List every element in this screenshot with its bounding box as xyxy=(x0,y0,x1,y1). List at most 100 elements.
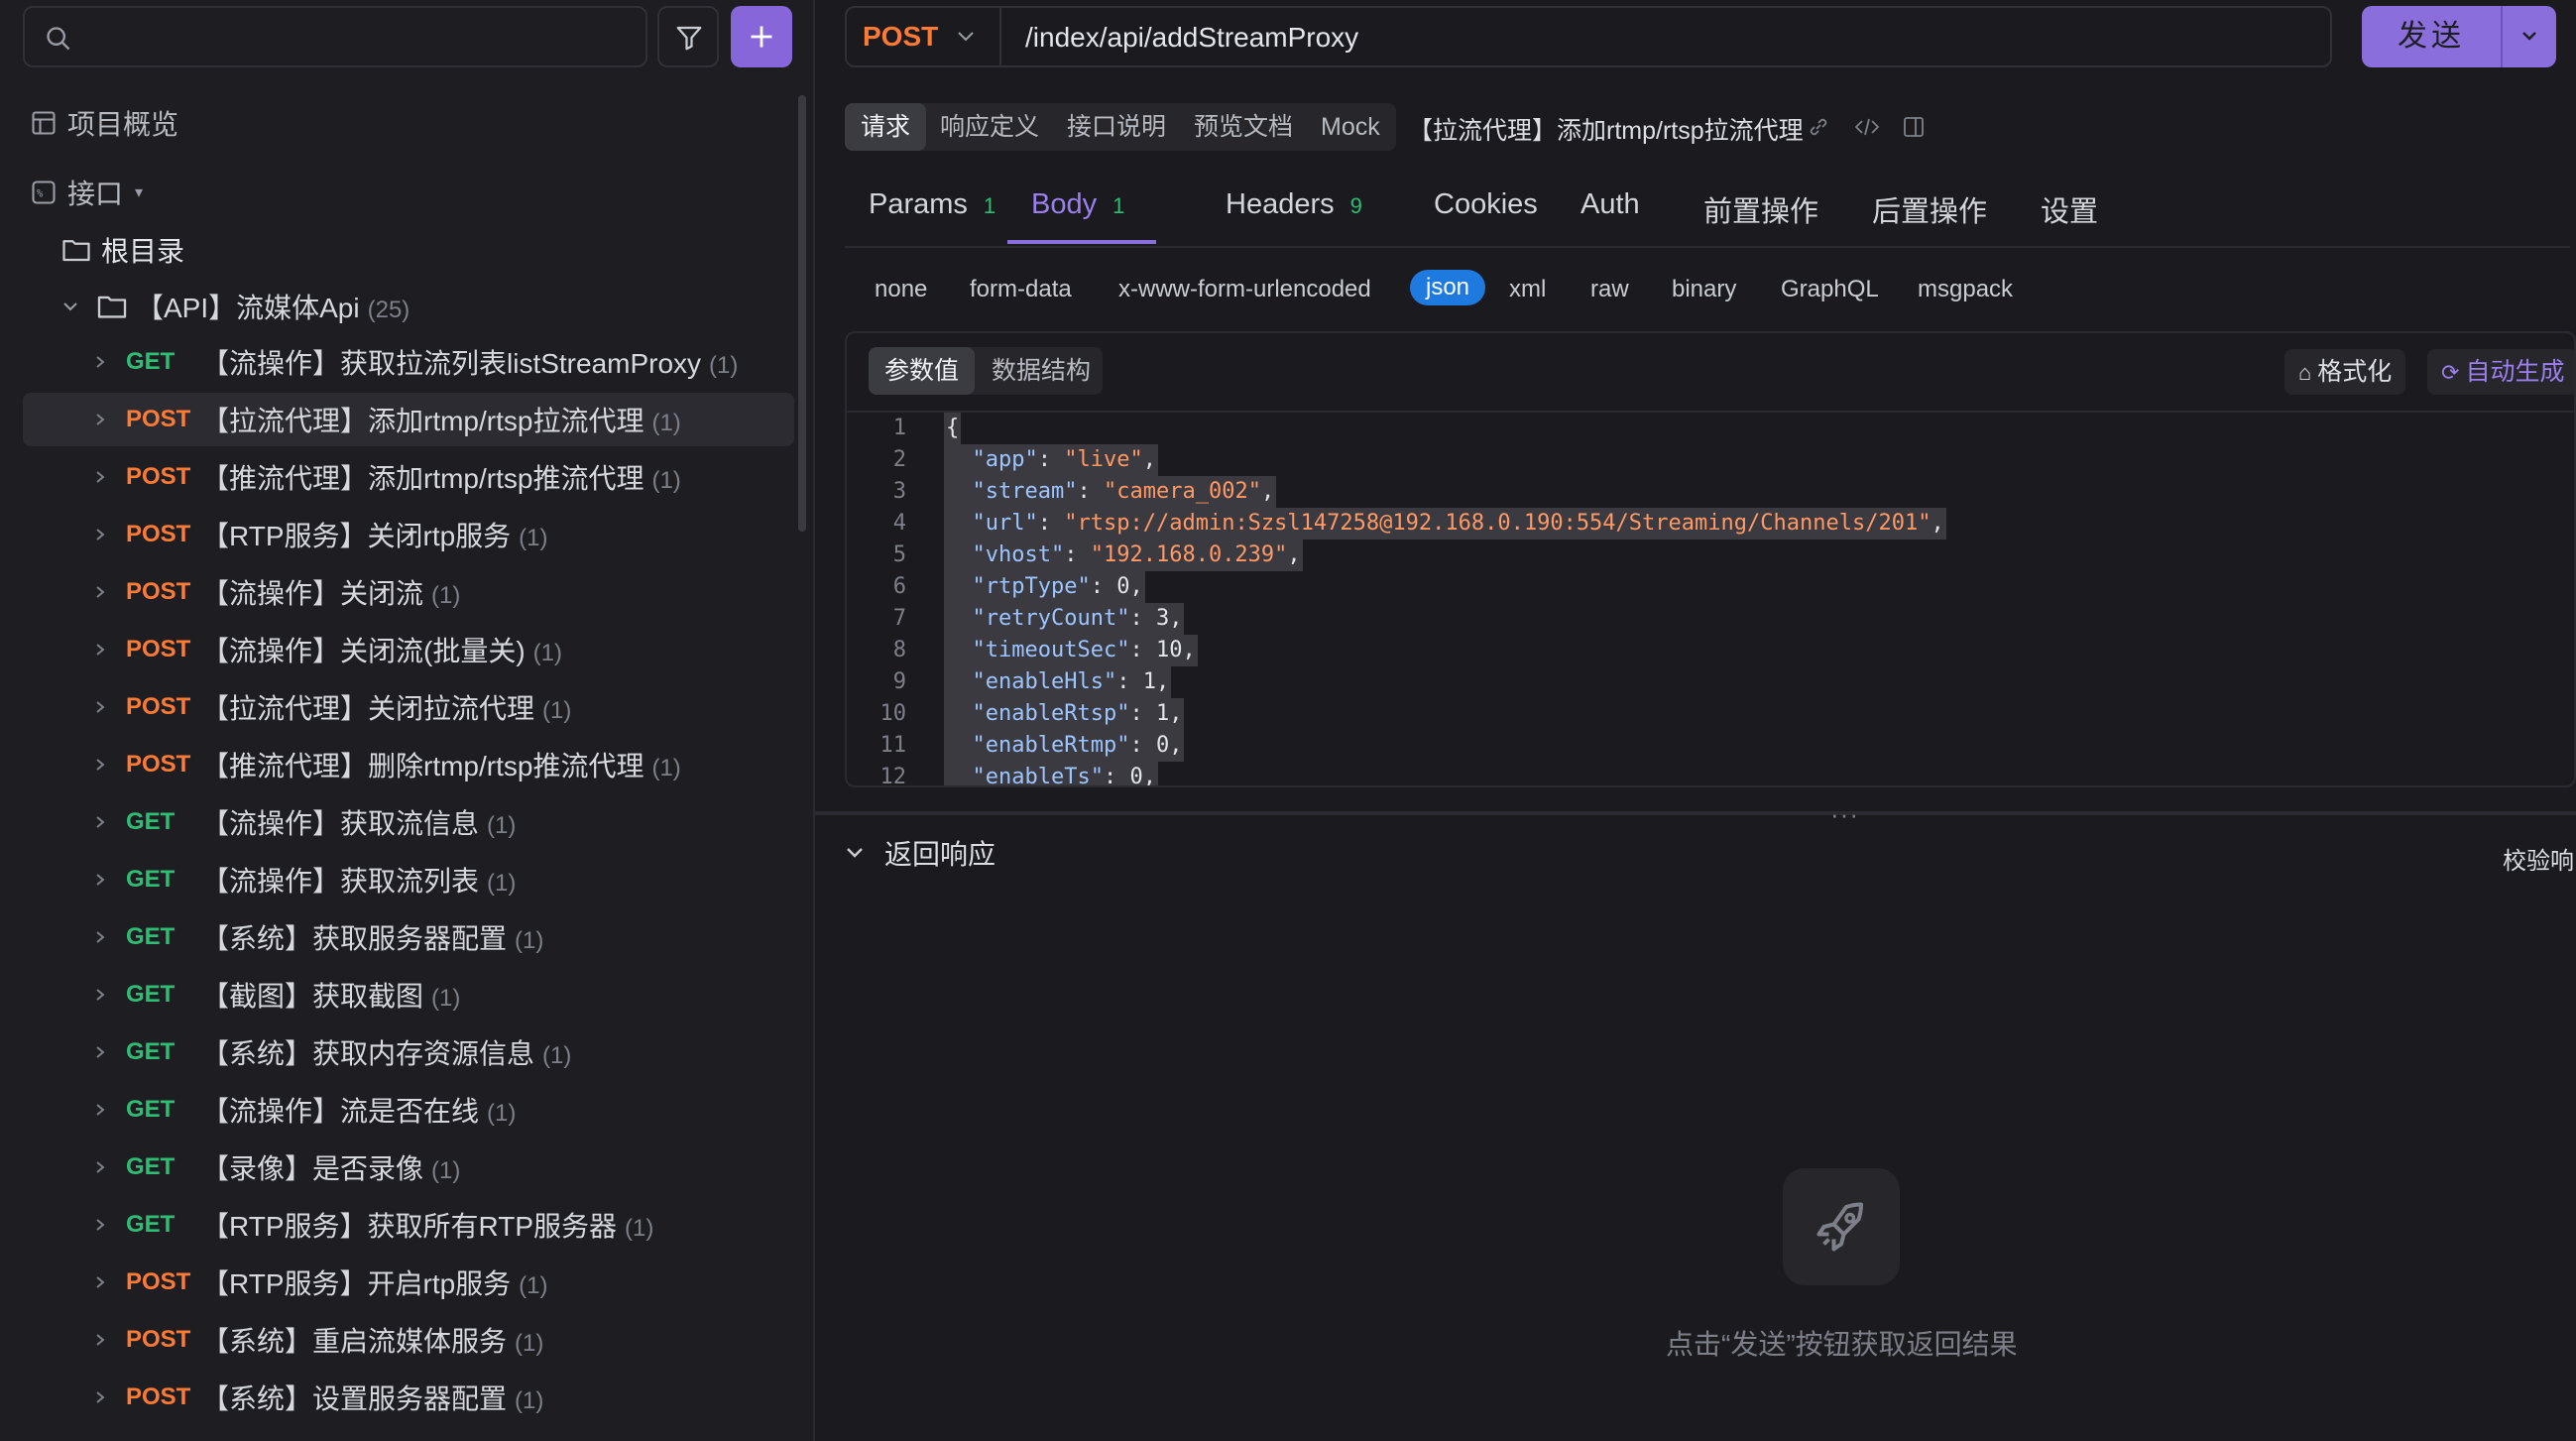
url-input[interactable]: /index/api/addStreamProxy xyxy=(1025,22,1358,54)
tab-post-ops[interactable]: 后置操作 xyxy=(1872,188,1987,230)
tab-auth[interactable]: Auth xyxy=(1581,188,1640,221)
sidebar-scrollbar[interactable] xyxy=(798,95,806,532)
api-item-title: 【流操作】关闭流 (1) xyxy=(201,572,460,612)
api-section[interactable]: % 接口 ▾ xyxy=(30,173,143,212)
code-icon[interactable] xyxy=(1854,115,1880,139)
active-tab-indicator xyxy=(1007,240,1156,244)
method-badge: GET xyxy=(126,808,176,835)
send-label: 发送 xyxy=(2398,20,2465,53)
api-list-item[interactable]: POST 【推流代理】添加rtmp/rtsp推流代理 (1) xyxy=(23,450,794,504)
api-item-name: 【流操作】流是否在线 xyxy=(201,1096,480,1127)
plus-icon xyxy=(751,26,772,48)
api-list-item[interactable]: POST 【推流代理】删除rtmp/rtsp推流代理 (1) xyxy=(23,738,794,791)
request-title: 【拉流代理】添加rtmp/rtsp拉流代理 xyxy=(1408,117,1804,145)
api-list-item[interactable]: POST 【拉流代理】关闭拉流代理 (1) xyxy=(23,680,794,734)
ctype-json[interactable]: json xyxy=(1410,270,1486,305)
tab-cookies[interactable]: Cookies xyxy=(1434,188,1538,221)
api-list-item[interactable]: GET 【流操作】获取拉流列表listStreamProxy (1) xyxy=(23,335,794,389)
tab-pre-ops[interactable]: 前置操作 xyxy=(1703,188,1818,230)
format-button[interactable]: ⌂ 格式化 xyxy=(2284,349,2406,395)
ctype-msgpack[interactable]: msgpack xyxy=(1918,276,2013,303)
method-badge: POST xyxy=(126,751,191,778)
panel-splitter[interactable] xyxy=(815,811,2576,815)
api-list-item[interactable]: GET 【录像】是否录像 (1) xyxy=(23,1141,794,1194)
subtab-description[interactable]: 接口说明 xyxy=(1067,103,1166,151)
ctype-binary[interactable]: binary xyxy=(1672,276,1736,303)
filter-icon xyxy=(676,26,702,51)
code-value: 1 xyxy=(1155,701,1170,726)
api-item-title: 【流操作】获取拉流列表listStreamProxy (1) xyxy=(201,342,738,382)
api-item-name: 【系统】获取内存资源信息 xyxy=(201,1038,535,1069)
ctype-graphql[interactable]: GraphQL xyxy=(1781,276,1879,303)
tab-param-values[interactable]: 参数值 xyxy=(869,347,976,395)
link-icon[interactable] xyxy=(1807,115,1830,139)
editor-tabs: 参数值 数据结构 xyxy=(869,347,1103,395)
api-list-item[interactable]: POST 【系统】设置服务器配置 (1) xyxy=(23,1371,794,1424)
chevron-down-icon[interactable] xyxy=(2520,29,2538,43)
chevron-right-icon xyxy=(96,701,105,713)
chevron-down-icon xyxy=(958,32,974,42)
tab-settings[interactable]: 设置 xyxy=(2041,188,2098,230)
panel-icon[interactable] xyxy=(1902,115,1926,139)
auto-generate-label: 自动生成 xyxy=(2465,358,2565,386)
api-item-count: (1) xyxy=(519,1272,548,1299)
tab-params[interactable]: Params 1 xyxy=(869,188,995,221)
line-number: 3 xyxy=(892,479,906,504)
api-list-item[interactable]: GET 【截图】获取截图 (1) xyxy=(23,968,794,1021)
auto-generate-button[interactable]: ⟳ 自动生成 xyxy=(2427,349,2574,395)
api-item-title: 【系统】获取服务器配置 (1) xyxy=(201,917,543,957)
chevron-right-icon xyxy=(96,931,105,943)
api-list-item[interactable]: GET 【流操作】获取流信息 (1) xyxy=(23,795,794,849)
api-icon: % xyxy=(32,180,56,204)
api-item-title: 【系统】获取内存资源信息 (1) xyxy=(201,1032,571,1072)
api-item-name: 【流操作】获取流列表 xyxy=(201,866,480,897)
api-list-item[interactable]: POST 【拉流代理】添加rtmp/rtsp拉流代理 (1) xyxy=(23,393,794,446)
search-input[interactable] xyxy=(23,6,647,67)
api-list-item[interactable]: GET 【RTP服务】获取所有RTP服务器 (1) xyxy=(23,1198,794,1252)
api-item-name: 【系统】重启流媒体服务 xyxy=(201,1326,508,1357)
ctype-xml[interactable]: xml xyxy=(1509,276,1546,303)
tab-data-structure[interactable]: 数据结构 xyxy=(992,347,1091,395)
api-list-item[interactable]: GET 【流操作】流是否在线 (1) xyxy=(23,1083,794,1137)
code-value: rtsp://admin:Szsl147258@192.168.0.190:55… xyxy=(1077,511,1919,536)
drag-handle-icon[interactable]: ··· xyxy=(1830,799,1859,830)
api-list-item[interactable]: GET 【系统】获取服务器配置 (1) xyxy=(23,910,794,964)
method-select[interactable]: POST xyxy=(847,8,1001,65)
project-overview[interactable]: 项目概览 xyxy=(30,103,178,143)
api-item-title: 【拉流代理】添加rtmp/rtsp拉流代理 (1) xyxy=(201,400,681,439)
rocket-placeholder xyxy=(1783,1168,1900,1285)
ctype-form-data[interactable]: form-data xyxy=(970,276,1072,303)
subtab-mock[interactable]: Mock xyxy=(1321,103,1380,151)
api-list-item[interactable]: POST 【RTP服务】关闭rtp服务 (1) xyxy=(23,508,794,561)
api-list-item[interactable]: POST 【流操作】关闭流 (1) xyxy=(23,565,794,619)
ctype-urlencoded[interactable]: x-www-form-urlencoded xyxy=(1118,276,1371,303)
root-folder-label: 根目录 xyxy=(101,236,185,267)
api-list-item[interactable]: GET 【流操作】获取流列表 (1) xyxy=(23,853,794,906)
ctype-raw[interactable]: raw xyxy=(1590,276,1629,303)
method-badge: GET xyxy=(126,348,176,375)
api-folder[interactable]: 【API】流媒体Api (25) xyxy=(23,280,794,333)
chevron-right-icon xyxy=(96,356,105,368)
line-number: 1 xyxy=(892,416,906,440)
subtab-response-def[interactable]: 响应定义 xyxy=(940,103,1039,151)
filter-button[interactable] xyxy=(657,6,719,67)
validate-response-label[interactable]: 校验响 xyxy=(2503,841,2574,876)
response-header[interactable]: 返回响应 xyxy=(845,833,995,873)
ctype-none[interactable]: none xyxy=(875,276,927,303)
api-item-count: (1) xyxy=(431,1157,461,1184)
api-list-item[interactable]: GET 【系统】获取内存资源信息 (1) xyxy=(23,1025,794,1079)
chevron-right-icon xyxy=(96,1046,105,1058)
project-overview-label: 项目概览 xyxy=(67,109,179,140)
tab-body[interactable]: Body 1 xyxy=(1031,188,1124,221)
code-text: "enableRtsp": 1, xyxy=(944,698,1185,730)
api-list-item[interactable]: POST 【系统】重启流媒体服务 (1) xyxy=(23,1313,794,1367)
api-item-count: (1) xyxy=(487,812,517,839)
send-button[interactable]: 发送 xyxy=(2362,6,2556,67)
root-folder[interactable]: 根目录 xyxy=(61,230,184,270)
api-list-item[interactable]: POST 【流操作】关闭流(批量关) (1) xyxy=(23,623,794,676)
api-list-item[interactable]: POST 【RTP服务】开启rtp服务 (1) xyxy=(23,1256,794,1309)
tab-headers[interactable]: Headers 9 xyxy=(1226,188,1362,221)
subtab-request[interactable]: 请求 xyxy=(845,103,927,151)
add-button[interactable] xyxy=(731,6,792,67)
subtab-preview[interactable]: 预览文档 xyxy=(1194,103,1293,151)
